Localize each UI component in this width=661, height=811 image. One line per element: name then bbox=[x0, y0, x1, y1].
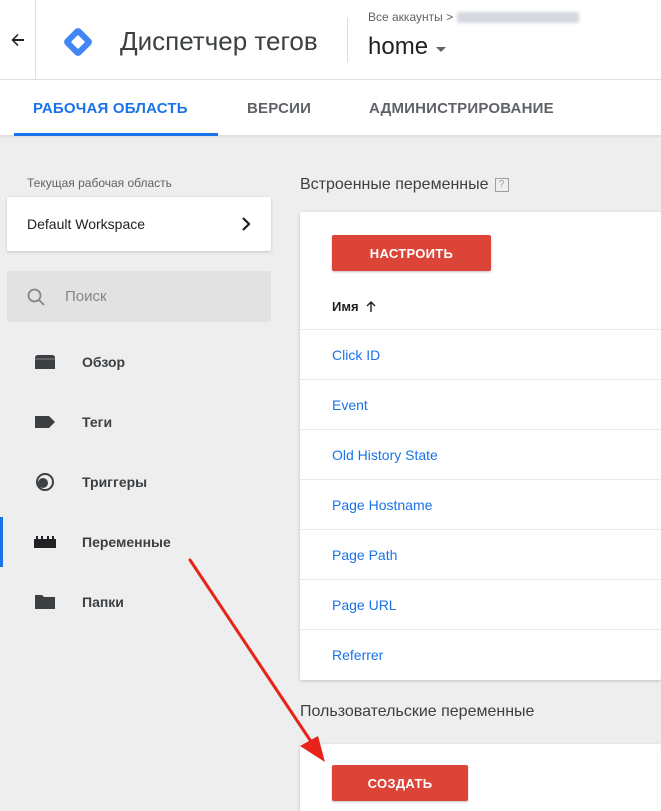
main-tabs: РАБОЧАЯ ОБЛАСТЬ ВЕРСИИ АДМИНИСТРИРОВАНИЕ bbox=[0, 80, 661, 136]
sidebar-item-label: Обзор bbox=[82, 354, 126, 370]
breadcrumb[interactable]: Все аккаунты > bbox=[368, 10, 580, 24]
active-tab-indicator bbox=[14, 133, 218, 136]
sidebar-item-overview[interactable]: Обзор bbox=[0, 340, 280, 384]
table-row: Page Hostname bbox=[300, 479, 661, 529]
configure-button[interactable]: НАСТРОИТЬ bbox=[332, 235, 491, 271]
workspace-selector[interactable]: Default Workspace bbox=[7, 197, 271, 251]
sidebar-item-triggers[interactable]: Триггеры bbox=[0, 460, 280, 504]
overview-icon bbox=[35, 355, 55, 369]
create-button[interactable]: СОЗДАТЬ bbox=[332, 765, 468, 801]
title-divider bbox=[347, 18, 348, 62]
sidebar-item-variables[interactable]: Переменные bbox=[0, 520, 280, 564]
app-title: Диспетчер тегов bbox=[120, 26, 318, 56]
back-button[interactable] bbox=[0, 0, 36, 80]
column-header-name[interactable]: Имя bbox=[332, 299, 377, 314]
blurred-account-name bbox=[457, 11, 580, 23]
sidebar-item-tags[interactable]: Теги bbox=[0, 400, 280, 444]
chevron-right-icon bbox=[242, 217, 251, 231]
variables-icon bbox=[34, 536, 56, 548]
search-input[interactable]: Поиск bbox=[7, 271, 271, 322]
variable-link[interactable]: Page Path bbox=[332, 547, 397, 563]
workspace-name: Default Workspace bbox=[27, 216, 146, 232]
sidebar-item-label: Теги bbox=[82, 414, 113, 430]
variable-link[interactable]: Page URL bbox=[332, 597, 397, 613]
tab-workspace[interactable]: РАБОЧАЯ ОБЛАСТЬ bbox=[33, 80, 188, 136]
builtin-variables-title-text: Встроенные переменные bbox=[300, 176, 489, 193]
column-header-label: Имя bbox=[332, 299, 359, 314]
table-row: Event bbox=[300, 379, 661, 429]
arrow-back-icon bbox=[10, 34, 24, 46]
builtin-variables-title: Встроенные переменные? bbox=[300, 176, 509, 194]
container-selector[interactable]: home bbox=[368, 32, 447, 62]
variable-link[interactable]: Click ID bbox=[332, 347, 380, 363]
breadcrumb-all-accounts[interactable]: Все аккаунты > bbox=[368, 10, 453, 24]
variable-link[interactable]: Old History State bbox=[332, 447, 438, 463]
sidebar-item-folders[interactable]: Папки bbox=[0, 580, 280, 624]
table-row: Old History State bbox=[300, 429, 661, 479]
sidebar-item-label: Папки bbox=[82, 594, 124, 610]
folder-icon bbox=[35, 595, 55, 609]
trigger-icon bbox=[36, 473, 54, 491]
sidebar-item-label: Переменные bbox=[82, 534, 171, 550]
tag-icon bbox=[35, 416, 55, 428]
search-icon bbox=[27, 288, 45, 306]
tab-versions[interactable]: ВЕРСИИ bbox=[247, 80, 311, 136]
variable-link[interactable]: Page Hostname bbox=[332, 497, 432, 513]
user-variables-title: Пользовательские переменные bbox=[300, 703, 535, 720]
variable-link[interactable]: Event bbox=[332, 397, 368, 413]
arrow-up-icon bbox=[366, 300, 376, 312]
dropdown-caret-icon bbox=[436, 46, 447, 52]
gtm-logo-icon bbox=[64, 28, 92, 56]
user-variables-card: СОЗДАТЬ bbox=[300, 744, 661, 811]
builtin-variables-card: НАСТРОИТЬ Имя Click ID Event Old History… bbox=[300, 212, 661, 680]
sidebar-item-label: Триггеры bbox=[82, 474, 148, 490]
variable-link[interactable]: Referrer bbox=[332, 647, 383, 663]
help-icon[interactable]: ? bbox=[494, 177, 509, 192]
workspace-label: Текущая рабочая область bbox=[27, 176, 172, 190]
table-row: Page URL bbox=[300, 579, 661, 629]
search-placeholder: Поиск bbox=[65, 288, 107, 305]
table-row: Click ID bbox=[300, 329, 661, 379]
app-header: Диспетчер тегов Все аккаунты > home bbox=[0, 0, 661, 80]
tab-admin[interactable]: АДМИНИСТРИРОВАНИЕ bbox=[369, 80, 554, 136]
table-row: Page Path bbox=[300, 529, 661, 579]
table-row: Referrer bbox=[300, 629, 661, 679]
container-name: home bbox=[368, 33, 429, 60]
